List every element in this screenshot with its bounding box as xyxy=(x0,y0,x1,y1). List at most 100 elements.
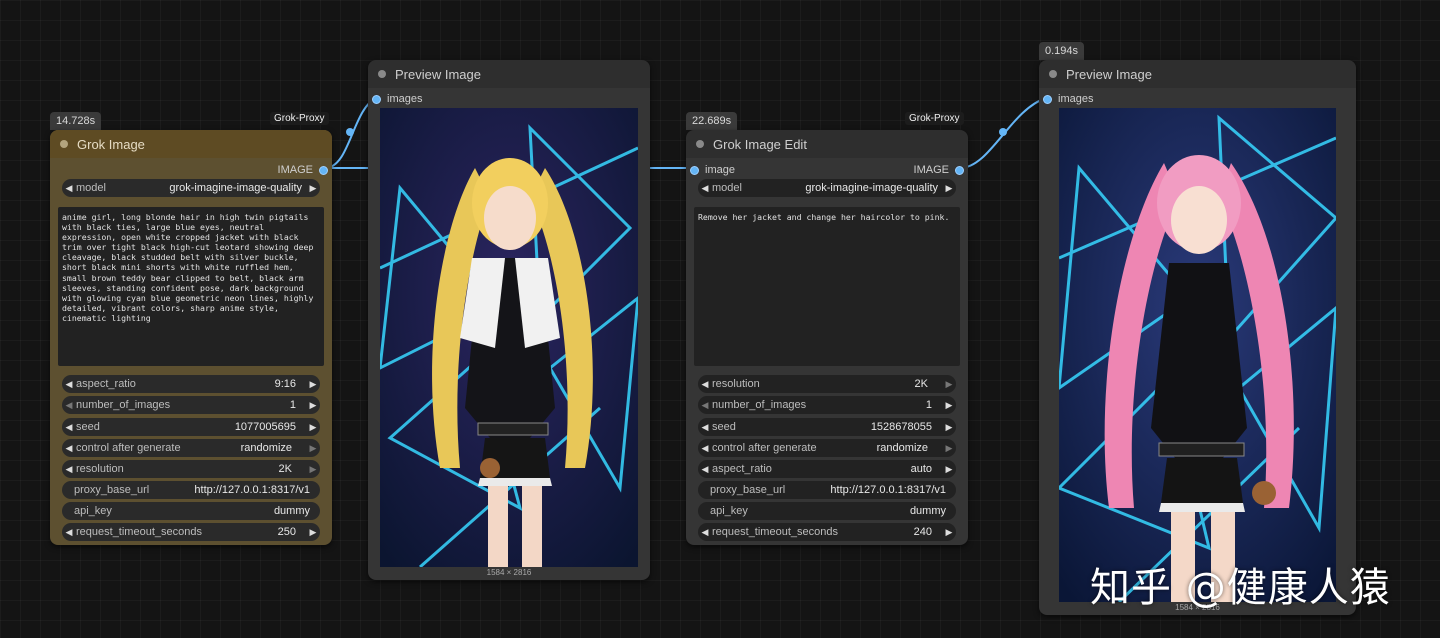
right-arrow-icon[interactable]: ▶ xyxy=(942,527,956,538)
watermark-text: 知乎 @健康人猿 xyxy=(1090,565,1391,611)
right-arrow-icon[interactable]: ▶ xyxy=(306,400,320,411)
preview-image-blonde[interactable] xyxy=(380,108,638,567)
right-arrow-icon[interactable]: ▶ xyxy=(306,422,320,433)
seed-stepper[interactable]: ◀ seed 1528678055 ▶ xyxy=(698,418,956,436)
right-arrow-icon[interactable]: ▶ xyxy=(306,464,320,475)
prompt-textarea[interactable]: anime girl, long blonde hair in high twi… xyxy=(58,207,324,366)
left-arrow-icon[interactable]: ◀ xyxy=(698,183,712,194)
widget-value: 2K xyxy=(278,463,292,475)
output-image[interactable]: IMAGE xyxy=(914,162,964,178)
collapse-dot-icon[interactable] xyxy=(378,70,386,78)
aspect-ratio-combo[interactable]: ◀ aspect_ratio auto ▶ xyxy=(698,460,956,478)
resolution-combo[interactable]: ◀ resolution 2K ▶ xyxy=(62,460,320,478)
number-of-images-stepper[interactable]: ◀ number_of_images 1 ▶ xyxy=(698,396,956,414)
collapse-dot-icon[interactable] xyxy=(1049,70,1057,78)
right-arrow-icon[interactable]: ▶ xyxy=(942,422,956,433)
grok-image-edit-node[interactable]: Grok Image Edit image IMAGE ◀ model grok… xyxy=(686,130,968,545)
left-arrow-icon[interactable]: ◀ xyxy=(698,400,712,411)
link-midpoint xyxy=(999,128,1007,136)
link-grok-edit-to-preview xyxy=(959,97,1047,169)
seed-stepper[interactable]: ◀ seed 1077005695 ▶ xyxy=(62,418,320,436)
widget-value: http://127.0.0.1:8317/v1 xyxy=(194,484,310,496)
number-of-images-stepper[interactable]: ◀ number_of_images 1 ▶ xyxy=(62,396,320,414)
api-key-field[interactable]: api_key dummy xyxy=(62,502,320,520)
timing-badge: 0.194s xyxy=(1039,42,1085,60)
resolution-combo[interactable]: ◀ resolution 2K ▶ xyxy=(698,375,956,393)
preview-image-node-2[interactable]: Preview Image images 1584 × 2816 xyxy=(1039,60,1356,615)
node-header[interactable]: Preview Image xyxy=(1039,60,1356,88)
output-label: IMAGE xyxy=(913,164,949,176)
left-arrow-icon[interactable]: ◀ xyxy=(698,379,712,390)
input-image[interactable]: image xyxy=(690,162,735,178)
widget-value: 1528678055 xyxy=(870,421,932,433)
right-arrow-icon[interactable]: ▶ xyxy=(306,527,320,538)
right-arrow-icon[interactable]: ▶ xyxy=(942,464,956,475)
right-arrow-icon[interactable]: ▶ xyxy=(306,379,320,390)
collapse-dot-icon[interactable] xyxy=(696,140,704,148)
right-arrow-icon[interactable]: ▶ xyxy=(306,443,320,454)
node-header[interactable]: Preview Image xyxy=(368,60,650,88)
widget-label: request_timeout_seconds xyxy=(76,526,202,538)
widget-value: 240 xyxy=(913,526,932,538)
control-after-generate-combo[interactable]: ◀ control after generate randomize ▶ xyxy=(698,439,956,457)
request-timeout-stepper[interactable]: ◀ request_timeout_seconds 240 ▶ xyxy=(698,523,956,541)
api-key-field[interactable]: api_key dummy xyxy=(698,502,956,520)
link-midpoint xyxy=(346,128,354,136)
model-combo[interactable]: ◀ model grok-imagine-image-quality ▶ xyxy=(698,179,956,197)
widget-value: randomize xyxy=(240,442,292,454)
input-images[interactable]: images xyxy=(372,91,422,107)
collapse-dot-icon[interactable] xyxy=(60,140,68,148)
left-arrow-icon[interactable]: ◀ xyxy=(62,527,76,538)
preview-image-node[interactable]: Preview Image images 1584 × 2816 xyxy=(368,60,650,580)
input-port-icon[interactable] xyxy=(1043,94,1052,104)
grok-image-node[interactable]: Grok Image IMAGE ◀ model grok-imagine-im… xyxy=(50,130,332,545)
widget-label: control after generate xyxy=(76,442,181,454)
right-arrow-icon[interactable]: ▶ xyxy=(942,183,956,194)
node-title: Grok Image xyxy=(77,136,145,152)
model-combo[interactable]: ◀ model grok-imagine-image-quality ▶ xyxy=(62,179,320,197)
left-arrow-icon[interactable]: ◀ xyxy=(698,422,712,433)
preview-image-pink[interactable] xyxy=(1059,108,1336,602)
widget-value: 1 xyxy=(925,399,932,411)
image-dimensions: 1584 × 2816 xyxy=(486,568,532,577)
left-arrow-icon[interactable]: ◀ xyxy=(698,443,712,454)
widget-value: auto xyxy=(910,463,932,475)
node-header[interactable]: Grok Image Edit xyxy=(686,130,968,158)
left-arrow-icon[interactable]: ◀ xyxy=(62,400,76,411)
left-arrow-icon[interactable]: ◀ xyxy=(62,183,76,194)
widget-label: number_of_images xyxy=(712,399,807,411)
left-arrow-icon[interactable]: ◀ xyxy=(62,443,76,454)
widget-label: aspect_ratio xyxy=(712,463,772,475)
prompt-textarea[interactable]: Remove her jacket and change her haircol… xyxy=(694,207,960,366)
left-arrow-icon[interactable]: ◀ xyxy=(698,464,712,475)
widget-label: aspect_ratio xyxy=(76,378,136,390)
output-image[interactable]: IMAGE xyxy=(278,162,328,178)
widget-value: grok-imagine-image-quality xyxy=(169,182,302,194)
widget-value: dummy xyxy=(909,505,946,517)
node-title: Preview Image xyxy=(1066,66,1152,82)
left-arrow-icon[interactable]: ◀ xyxy=(62,422,76,433)
output-port-icon[interactable] xyxy=(319,165,328,175)
node-header[interactable]: Grok Image xyxy=(50,130,332,158)
output-port-icon[interactable] xyxy=(955,165,964,175)
left-arrow-icon[interactable]: ◀ xyxy=(62,464,76,475)
widget-label: control after generate xyxy=(712,442,817,454)
right-arrow-icon[interactable]: ▶ xyxy=(942,400,956,411)
request-timeout-stepper[interactable]: ◀ request_timeout_seconds 250 ▶ xyxy=(62,523,320,541)
aspect-ratio-combo[interactable]: ◀ aspect_ratio 9:16 ▶ xyxy=(62,375,320,393)
input-port-icon[interactable] xyxy=(372,94,381,104)
right-arrow-icon[interactable]: ▶ xyxy=(306,183,320,194)
node-source-badge: Grok-Proxy xyxy=(270,112,329,125)
widget-value: 9:16 xyxy=(274,378,296,390)
right-arrow-icon[interactable]: ▶ xyxy=(942,379,956,390)
input-port-icon[interactable] xyxy=(690,165,699,175)
widget-label: seed xyxy=(712,421,736,433)
left-arrow-icon[interactable]: ◀ xyxy=(698,527,712,538)
control-after-generate-combo[interactable]: ◀ control after generate randomize ▶ xyxy=(62,439,320,457)
input-images[interactable]: images xyxy=(1043,91,1093,107)
right-arrow-icon[interactable]: ▶ xyxy=(942,443,956,454)
proxy-base-url-field[interactable]: proxy_base_url http://127.0.0.1:8317/v1 xyxy=(698,481,956,499)
node-title: Grok Image Edit xyxy=(713,136,807,152)
left-arrow-icon[interactable]: ◀ xyxy=(62,379,76,390)
proxy-base-url-field[interactable]: proxy_base_url http://127.0.0.1:8317/v1 xyxy=(62,481,320,499)
